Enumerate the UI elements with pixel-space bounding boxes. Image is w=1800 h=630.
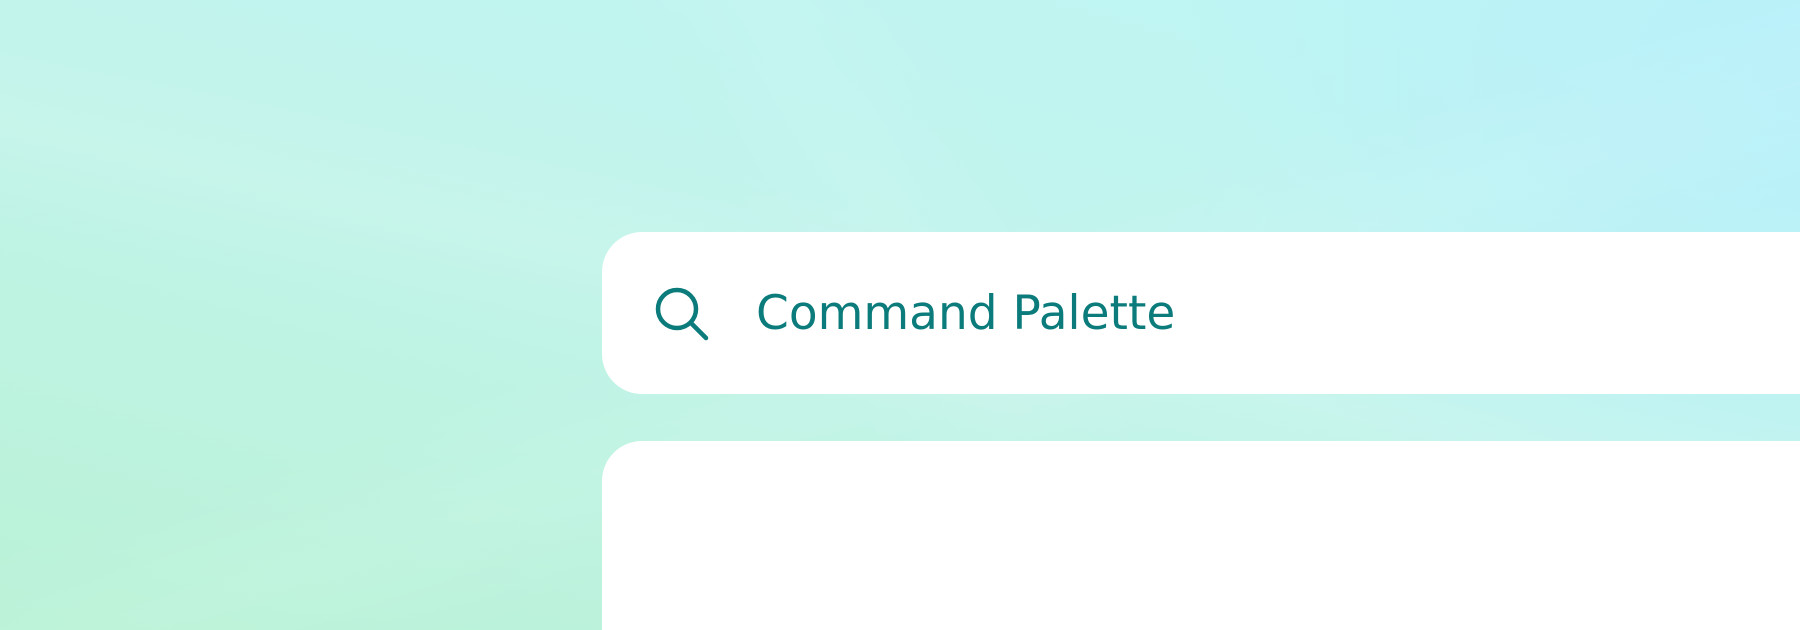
- command-palette-search-bar[interactable]: Command Palette: [602, 232, 1800, 394]
- command-palette-input-text[interactable]: Command Palette: [756, 290, 1175, 337]
- search-icon: [654, 286, 712, 344]
- command-palette-results-panel: [602, 441, 1800, 630]
